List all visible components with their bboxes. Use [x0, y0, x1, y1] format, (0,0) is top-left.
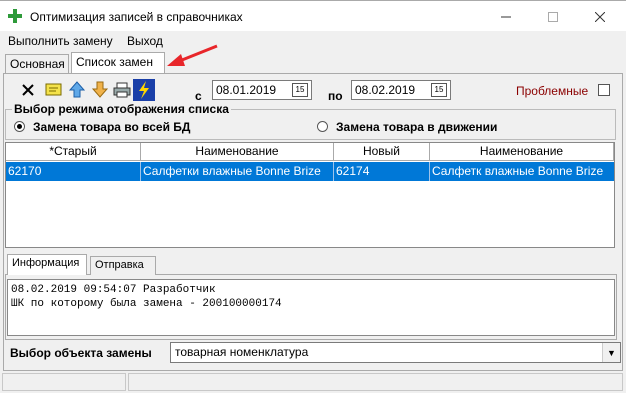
problem-label: Проблемные [516, 84, 589, 98]
date-from-label: с [195, 89, 202, 103]
replace-object-value: товарная номенклатура [175, 345, 309, 359]
date-to-label: по [328, 89, 343, 103]
radio-all-db-label: Замена товара во всей БД [33, 120, 191, 134]
date-from-value: 08.01.2019 [216, 83, 277, 97]
mode-group-title: Выбор режима отображения списка [12, 102, 231, 116]
status-pane-1 [2, 373, 126, 391]
column-header-old[interactable]: *Старый [6, 143, 141, 161]
problem-checkbox[interactable] [598, 84, 610, 96]
delete-button[interactable] [17, 79, 39, 101]
printer-icon [113, 82, 131, 98]
radio-in-movement-label: Замена товара в движении [336, 120, 498, 134]
radio-all-db[interactable] [14, 121, 25, 132]
comment-button[interactable] [43, 79, 65, 101]
comment-icon [45, 83, 62, 96]
annotation-arrow-icon [167, 44, 218, 66]
cell-old-code: 62170 [6, 162, 141, 181]
close-icon [595, 11, 605, 22]
tab-main[interactable]: Основная [5, 54, 69, 74]
upload-button[interactable] [66, 79, 88, 101]
table-row[interactable]: 62170 Салфетки влажные Bonne Brize 62174… [6, 162, 614, 181]
tab-info[interactable]: Информация [7, 254, 87, 275]
menu-item-execute[interactable]: Выполнить замену [8, 34, 113, 48]
column-header-name-old[interactable]: Наименование [141, 143, 334, 161]
cell-new-name: Салфетк влажные Bonne Brize [432, 164, 604, 178]
replace-object-label: Выбор объекта замены [10, 346, 152, 360]
window-title: Оптимизация записей в справочниках [30, 10, 243, 24]
radio-selected-dot [17, 124, 22, 129]
date-to-value: 08.02.2019 [355, 83, 416, 97]
calendar-to-icon[interactable]: 15 [431, 83, 447, 97]
minimize-button[interactable] [488, 1, 524, 32]
menu-item-exit[interactable]: Выход [127, 34, 163, 48]
close-button[interactable] [582, 1, 618, 32]
info-memo[interactable]: 08.02.2019 09:54:07 Разработчик ШК по ко… [7, 279, 615, 336]
info-line-2: ШК по которому была замена - 20010000017… [11, 298, 282, 310]
radio-in-movement[interactable] [317, 121, 328, 132]
print-button[interactable] [111, 79, 133, 101]
lightning-icon [139, 81, 149, 99]
app-cross-icon [8, 9, 22, 23]
title-bar: Оптимизация записей в справочниках [0, 0, 626, 31]
status-pane-2 [128, 373, 623, 391]
menu-bar: Выполнить замену Выход [0, 31, 626, 52]
chevron-down-icon[interactable]: ▼ [602, 343, 620, 362]
column-header-new[interactable]: Новый [334, 143, 430, 161]
date-to-field[interactable]: 08.02.2019 15 [351, 80, 451, 100]
info-line-1: 08.02.2019 09:54:07 Разработчик [11, 284, 216, 296]
cell-old-name: Салфетки влажные Bonne Brize [141, 162, 334, 181]
minimize-icon [501, 16, 511, 17]
date-from-field[interactable]: 08.01.2019 15 [212, 80, 312, 100]
up-arrow-icon [68, 81, 86, 98]
download-button[interactable] [89, 79, 111, 101]
tab-replacements[interactable]: Список замен [71, 52, 165, 74]
column-header-name-new[interactable]: Наименование [430, 143, 614, 161]
replace-object-select[interactable]: товарная номенклатура ▼ [170, 342, 621, 363]
calendar-from-icon[interactable]: 15 [292, 83, 308, 97]
maximize-button[interactable] [535, 1, 571, 32]
replacements-table[interactable]: *Старый Наименование Новый Наименование … [5, 142, 615, 248]
run-button[interactable] [133, 79, 155, 101]
down-arrow-icon [91, 81, 109, 98]
maximize-icon [548, 11, 558, 22]
cell-new-code: 62174 [334, 162, 430, 181]
tab-send[interactable]: Отправка [90, 256, 156, 275]
delete-x-icon [22, 84, 34, 96]
